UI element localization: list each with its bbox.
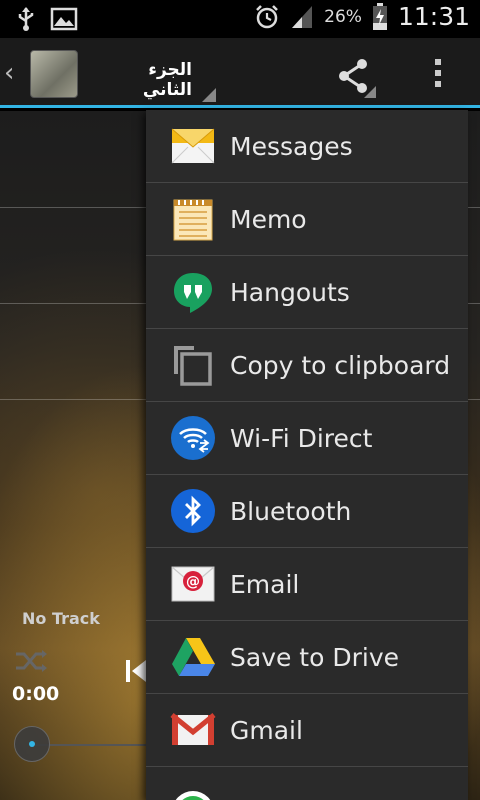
app-icon bbox=[175, 790, 211, 800]
battery-percent: 26% bbox=[324, 6, 362, 27]
action-bar: ‹ الجزء الثاني bbox=[0, 38, 480, 108]
memo-icon bbox=[173, 199, 213, 241]
share-item-label: Messages bbox=[230, 131, 353, 161]
share-item-save-to-drive[interactable]: Save to Drive bbox=[146, 621, 468, 694]
alarm-icon bbox=[256, 4, 279, 28]
gmail-icon bbox=[170, 713, 216, 745]
share-item-label: Hangouts bbox=[230, 277, 350, 307]
share-item-label: Copy to clipboard bbox=[230, 350, 451, 380]
share-menu: Messages Memo Hangouts Copy to clipboard bbox=[146, 110, 468, 800]
share-item-hangouts[interactable]: Hangouts bbox=[146, 256, 468, 329]
share-item-label: Save to Drive bbox=[230, 642, 400, 672]
svg-text:@: @ bbox=[186, 574, 200, 590]
drive-icon bbox=[172, 638, 215, 676]
share-dropdown-indicator bbox=[364, 86, 376, 98]
share-item-gmail[interactable]: Gmail bbox=[146, 694, 468, 767]
seek-thumb[interactable] bbox=[14, 726, 50, 762]
messages-icon bbox=[171, 128, 215, 164]
share-item-email[interactable]: @ Email bbox=[146, 548, 468, 621]
clock: 11:31 bbox=[397, 2, 470, 31]
back-chevron-icon[interactable]: ‹ bbox=[4, 58, 14, 88]
share-item-memo[interactable]: Memo bbox=[146, 183, 468, 256]
overflow-menu-icon[interactable] bbox=[428, 56, 448, 92]
email-icon: @ bbox=[171, 566, 215, 602]
status-bar: 26% 11:31 bbox=[0, 0, 480, 38]
image-icon bbox=[50, 7, 78, 31]
battery-icon bbox=[372, 2, 387, 30]
bluetooth-icon bbox=[171, 489, 215, 533]
copy-icon bbox=[174, 346, 212, 386]
share-item-wifi-direct[interactable]: Wi-Fi Direct bbox=[146, 402, 468, 475]
share-item-label: Gmail bbox=[230, 715, 303, 745]
seek-bar[interactable] bbox=[32, 744, 152, 746]
title-dropdown-indicator bbox=[202, 88, 216, 102]
share-item-messages[interactable]: Messages bbox=[146, 110, 468, 183]
shuffle-icon[interactable] bbox=[14, 647, 48, 675]
share-item-copy-to-clipboard[interactable]: Copy to clipboard bbox=[146, 329, 468, 402]
share-item-label: Wi-Fi Direct bbox=[230, 423, 373, 453]
page-title[interactable]: الجزء الثاني bbox=[100, 60, 192, 100]
hangouts-icon bbox=[174, 273, 212, 313]
album-thumbnail[interactable] bbox=[30, 50, 78, 98]
usb-icon bbox=[18, 7, 34, 31]
share-item-label: Memo bbox=[230, 204, 307, 234]
track-label: No Track bbox=[22, 609, 100, 628]
share-item-label: Email bbox=[230, 569, 300, 599]
share-item-label: Bluetooth bbox=[230, 496, 352, 526]
share-item-partial[interactable] bbox=[146, 767, 468, 800]
previous-icon[interactable] bbox=[124, 657, 148, 685]
share-item-bluetooth[interactable]: Bluetooth bbox=[146, 475, 468, 548]
signal-icon bbox=[292, 5, 313, 28]
current-time: 0:00 bbox=[12, 683, 60, 705]
wifi-direct-icon bbox=[171, 416, 215, 460]
